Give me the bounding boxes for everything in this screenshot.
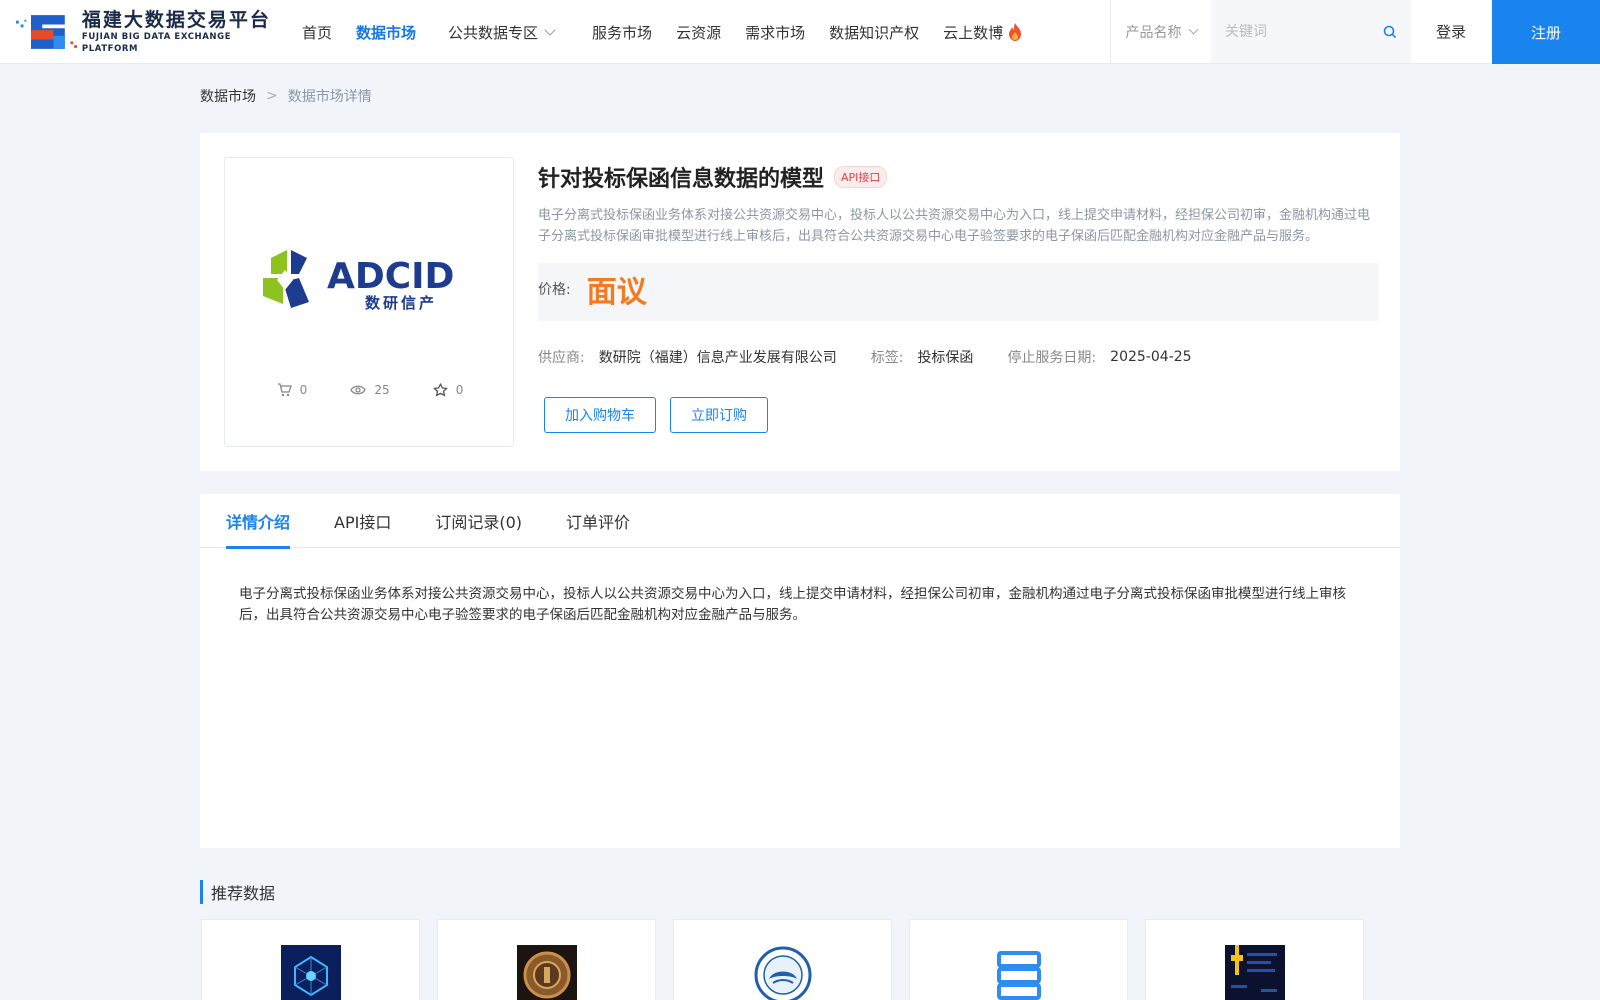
nav-home-label: 首页 [302, 23, 333, 42]
logo-title: 福建大数据交易平台 [81, 9, 271, 31]
tab-details[interactable]: 详情介绍 [226, 494, 291, 549]
tab-api[interactable]: API接口 [334, 494, 391, 548]
tab-reviews[interactable]: 订单评价 [566, 494, 630, 548]
star-icon[interactable] [433, 383, 448, 397]
search-icon[interactable] [1383, 25, 1397, 39]
tag-label: 标签: [870, 350, 904, 366]
detail-tabs: 详情介绍 API接口 订阅记录(0) 订单评价 [200, 494, 1400, 549]
price-value: 面议 [586, 275, 647, 310]
search-type-label: 产品名称 [1125, 24, 1182, 41]
nav-cloud-resources[interactable]: 云资源 [676, 22, 721, 43]
search-box [1211, 0, 1411, 63]
product-card: ADCID 数研信产 0 25 0 针对投标保函信息数据的模型 API接口 电子… [200, 133, 1400, 471]
favorite-stat[interactable]: 0 [433, 383, 464, 397]
logo-subtitle: FUJIAN BIG DATA EXCHANGE PLATFORM [81, 32, 232, 54]
tab-subscriptions[interactable]: 订阅记录(0) [435, 494, 522, 548]
adcid-logo-image: ADCID 数研信产 [263, 250, 454, 312]
nav-data-ip[interactable]: 数据知识产权 [829, 22, 919, 43]
product-description: 电子分离式投标保函业务体系对接公共资源交易中心，投标人以公共资源交易中心为入口，… [538, 208, 1371, 244]
register-button[interactable]: 注册 [1492, 0, 1600, 64]
recommend-card[interactable] [201, 919, 420, 1000]
logo-subtext: 数研信产 [365, 294, 437, 312]
nav-cloud-expo[interactable]: 云上数博 [943, 22, 1023, 43]
cart-icon [277, 383, 292, 397]
search-input[interactable] [1225, 23, 1365, 40]
price-label: 价格: [538, 282, 571, 298]
nav-public-data-label: 公共数据专区 [448, 23, 539, 42]
breadcrumb: 数据市场 > 数据市场详情 [200, 86, 372, 106]
product-info: 针对投标保函信息数据的模型 API接口 电子分离式投标保函业务体系对接公共资源交… [538, 157, 1378, 433]
recommend-list [201, 919, 1364, 1000]
cart-stat: 0 [277, 383, 308, 397]
recommend-title: 推荐数据 [200, 880, 275, 904]
breadcrumb-separator: > [266, 88, 278, 104]
view-stat: 25 [350, 383, 390, 397]
nav-service-market-label: 服务市场 [592, 23, 653, 42]
bronze-coin-image [516, 945, 577, 1000]
cart-count: 0 [299, 383, 308, 397]
weather-seal-image [754, 946, 811, 1000]
nav-public-data[interactable]: 公共数据专区 [448, 22, 556, 43]
stop-date-value: 2025-04-25 [1110, 349, 1192, 365]
detail-panel: 详情介绍 API接口 订阅记录(0) 订单评价 电子分离式投标保函业务体系对接公… [200, 494, 1400, 848]
main-nav: 首页 数据市场 公共数据专区 服务市场 云资源 需求市场 数据知识产权 云上数博 [302, 0, 1047, 64]
logo-mark-icon [16, 15, 77, 49]
nav-data-market[interactable]: 数据市场 [356, 22, 416, 43]
logo-adcid-text: ADCID [327, 256, 454, 297]
tag-value: 投标保函 [917, 350, 974, 366]
nav-demand-market-label: 需求市场 [745, 23, 806, 42]
nav-service-market[interactable]: 服务市场 [592, 22, 652, 43]
breadcrumb-data-market[interactable]: 数据市场 [200, 86, 256, 106]
favorite-count: 0 [455, 383, 464, 397]
server-icon [996, 951, 1041, 1000]
nav-data-ip-label: 数据知识产权 [829, 23, 920, 42]
supplier-name: 数研院（福建）信息产业发展有限公司 [598, 350, 837, 366]
product-actions: 加入购物车 立即订购 [538, 397, 1378, 433]
nav-cloud-resources-label: 云资源 [676, 23, 722, 42]
price-bar: 价格: 面议 [538, 263, 1378, 321]
nav-data-market-label: 数据市场 [356, 23, 417, 42]
product-image-box: ADCID 数研信产 0 25 0 [224, 157, 514, 447]
eye-icon [350, 385, 367, 395]
product-meta: 供应商: 数研院（福建）信息产业发展有限公司 标签: 投标保函 停止服务日期: … [538, 347, 1378, 367]
nav-cloud-expo-label: 云上数博 [943, 23, 1004, 42]
subscribe-button[interactable]: 立即订购 [670, 397, 768, 433]
blue-cube-image [280, 945, 341, 1000]
api-badge: API接口 [834, 166, 888, 188]
detail-content: 电子分离式投标保函业务体系对接公共资源交易中心，投标人以公共资源交易中心为入口，… [239, 586, 1346, 623]
top-header: 福建大数据交易平台 FUJIAN BIG DATA EXCHANGE PLATF… [0, 0, 1600, 64]
site-logo[interactable]: 福建大数据交易平台 FUJIAN BIG DATA EXCHANGE PLATF… [16, 9, 278, 54]
add-to-cart-button[interactable]: 加入购物车 [544, 397, 656, 433]
recommend-card[interactable] [909, 919, 1128, 1000]
view-count: 25 [374, 383, 390, 397]
chevron-down-icon [544, 24, 556, 36]
flame-icon [1009, 23, 1022, 41]
recommend-card[interactable] [1145, 919, 1364, 1000]
nav-demand-market[interactable]: 需求市场 [745, 22, 805, 43]
recommend-card[interactable] [673, 919, 892, 1000]
login-button[interactable]: 登录 [1410, 0, 1492, 63]
product-title: 针对投标保函信息数据的模型 [538, 167, 825, 192]
supplier-label: 供应商: [538, 350, 585, 366]
breadcrumb-current: 数据市场详情 [287, 89, 372, 105]
stop-date-label: 停止服务日期: [1007, 350, 1097, 366]
search-area: 产品名称 [1110, 0, 1411, 63]
dark-code-image [1224, 945, 1285, 1000]
product-stats: 0 25 0 [225, 383, 515, 397]
search-type-select[interactable]: 产品名称 [1111, 0, 1211, 63]
recommend-card[interactable] [437, 919, 656, 1000]
nav-home[interactable]: 首页 [302, 22, 332, 43]
chevron-down-icon [1188, 24, 1198, 35]
